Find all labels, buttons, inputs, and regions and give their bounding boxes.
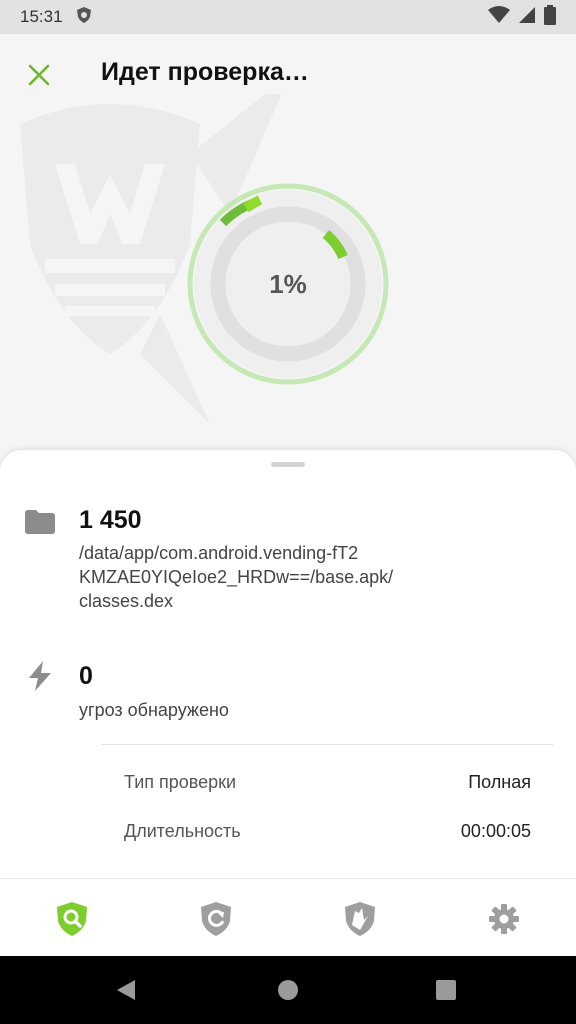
folder-icon xyxy=(24,506,56,538)
close-icon xyxy=(28,64,50,86)
home-circle-icon xyxy=(278,980,298,1000)
threats-label: угроз обнаружено xyxy=(79,700,229,720)
scanned-files-count: 1 450 xyxy=(79,506,142,534)
shield-wall-icon xyxy=(345,902,375,936)
shield-lion-icon xyxy=(75,6,93,29)
shield-search-icon xyxy=(57,902,87,936)
nav-firewall[interactable] xyxy=(340,899,380,939)
lightning-icon xyxy=(24,660,56,692)
duration-label: Длительность xyxy=(124,821,241,841)
recents-button[interactable] xyxy=(430,974,462,1006)
sheet-drag-handle[interactable] xyxy=(271,462,305,467)
gear-icon xyxy=(489,904,519,934)
current-file-path: /data/app/com.android.vending-fT2 KMZAE0… xyxy=(79,541,393,613)
divider xyxy=(101,744,553,745)
current-file-path-line: /data/app/com.android.vending-fT2 xyxy=(79,543,359,563)
nav-scanner[interactable] xyxy=(52,899,92,939)
current-file-path-line: KMZAE0YIQeIoe2_HRDw==/base.apk/ xyxy=(79,567,394,587)
signal-icon xyxy=(518,6,536,29)
close-button[interactable] xyxy=(22,58,56,92)
wifi-icon xyxy=(488,5,510,29)
status-icons xyxy=(488,4,556,30)
page-title: Идет проверка… xyxy=(101,58,309,86)
system-nav-bar xyxy=(0,956,576,1024)
progress-percent: 1% xyxy=(269,268,307,299)
nav-settings[interactable] xyxy=(484,899,524,939)
back-button[interactable] xyxy=(110,974,142,1006)
battery-icon xyxy=(544,4,556,30)
shield-refresh-icon xyxy=(201,902,231,936)
status-bar: 15:31 xyxy=(0,0,576,34)
nav-update[interactable] xyxy=(196,899,236,939)
bottom-nav xyxy=(0,878,576,956)
scan-type-label: Тип проверки xyxy=(124,772,237,792)
recents-square-icon xyxy=(436,980,456,1000)
scan-hero: Идет проверка… 1% xyxy=(0,34,576,464)
status-time: 15:31 xyxy=(20,7,63,26)
duration-value: 00:00:05 xyxy=(460,821,531,841)
current-file-path-line: classes.dex xyxy=(79,591,174,611)
scan-progress: 1% xyxy=(186,182,390,386)
home-button[interactable] xyxy=(272,974,304,1006)
threats-count: 0 xyxy=(79,662,93,690)
scan-type-value: Полная xyxy=(468,772,531,792)
back-triangle-icon xyxy=(117,980,135,1000)
scan-details-sheet: 1 450 /data/app/com.android.vending-fT2 … xyxy=(0,450,576,878)
